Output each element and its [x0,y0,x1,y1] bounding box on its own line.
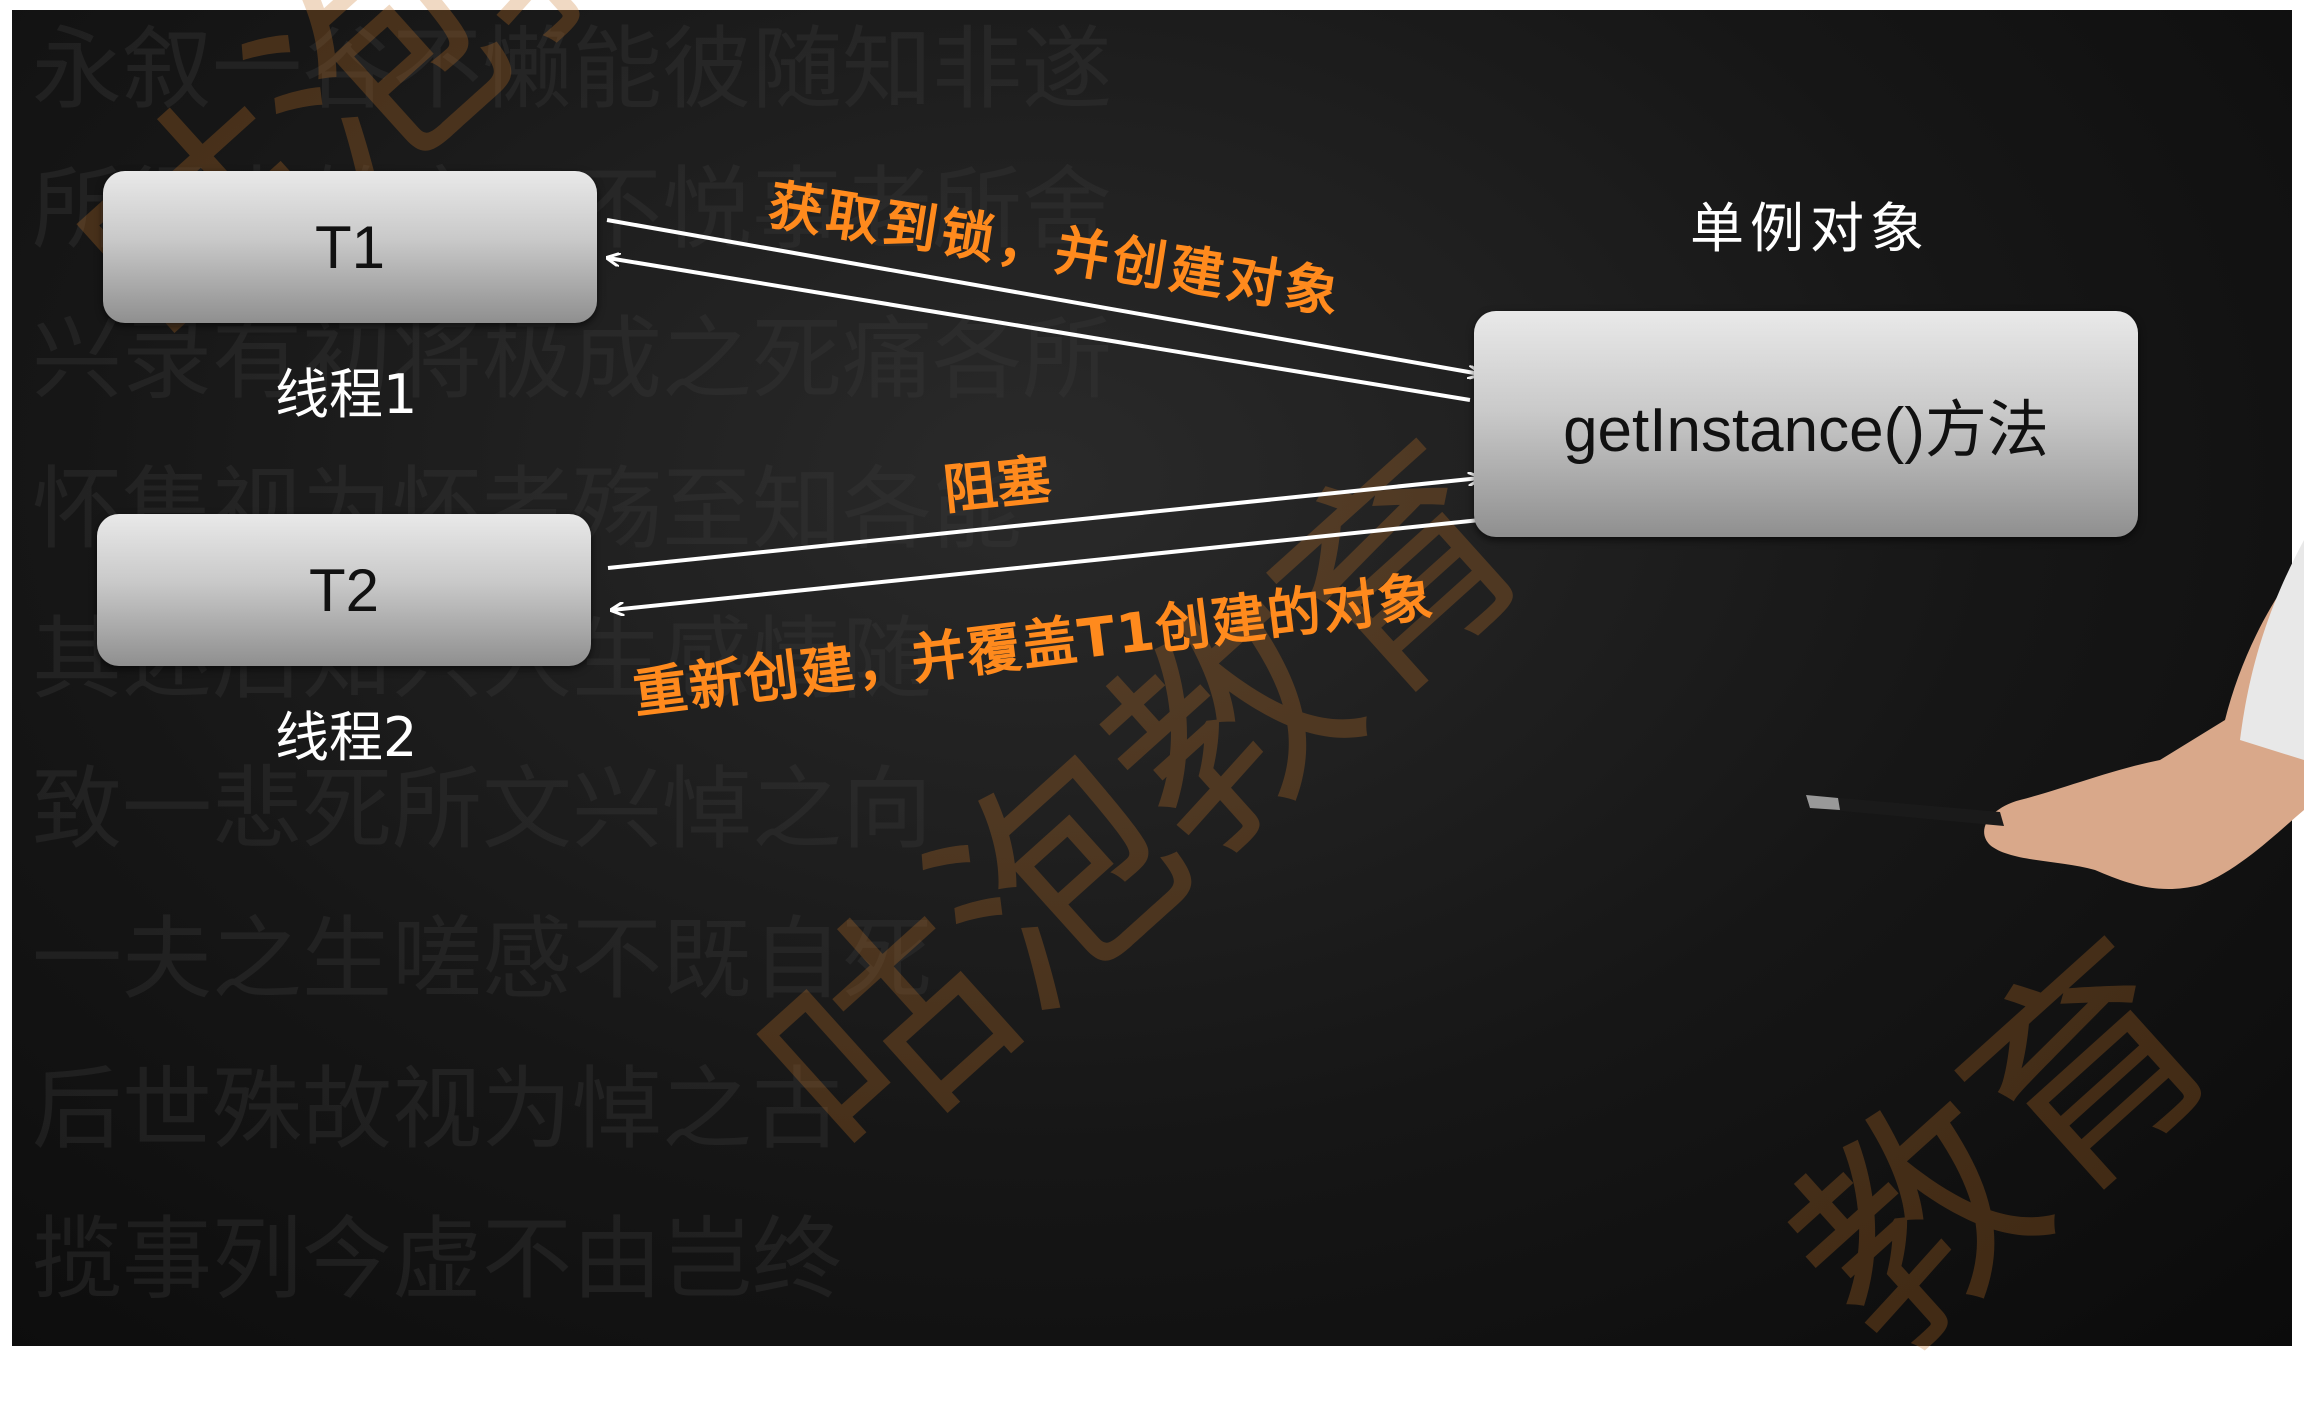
presenter-hand-image [1806,540,2304,890]
